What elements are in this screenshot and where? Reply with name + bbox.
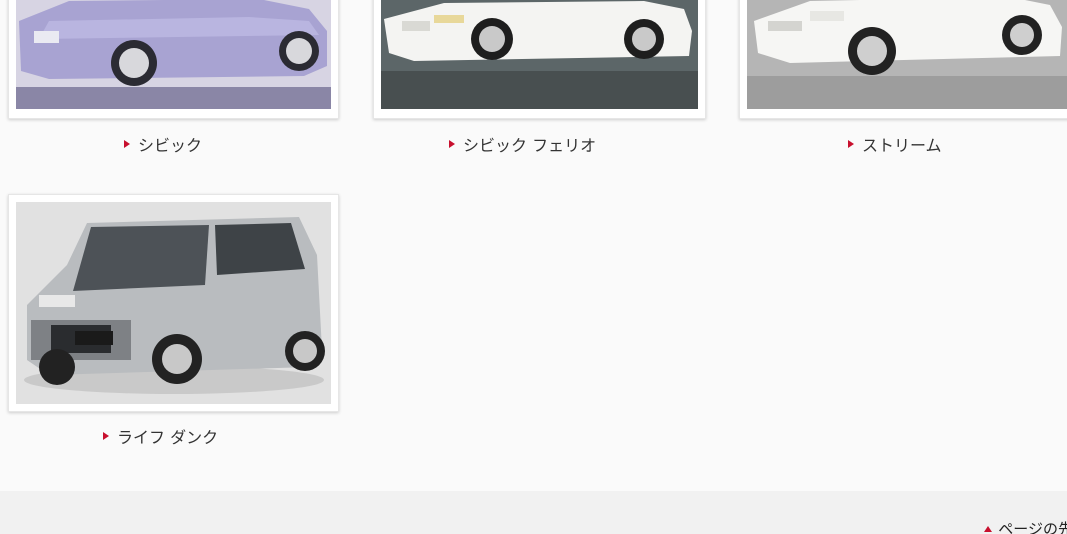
car-image-stream bbox=[747, 0, 1067, 109]
car-link-civic-ferio[interactable]: シビック フェリオ bbox=[449, 132, 596, 156]
footer-bar: ページの先 bbox=[0, 491, 1067, 534]
arrow-right-icon bbox=[124, 140, 130, 148]
car-link-civic[interactable]: シビック bbox=[124, 132, 202, 156]
page-top-link[interactable]: ページの先 bbox=[984, 518, 1067, 534]
arrow-right-icon bbox=[848, 140, 854, 148]
car-card-civic[interactable] bbox=[8, 0, 339, 119]
car-label: シビック フェリオ bbox=[463, 136, 597, 155]
car-label: ライフ ダンク bbox=[117, 428, 219, 447]
page-top-label: ページの先 bbox=[998, 520, 1067, 534]
car-card-life-dunk[interactable] bbox=[8, 194, 339, 412]
car-image-civic bbox=[16, 0, 331, 109]
car-link-life-dunk[interactable]: ライフ ダンク bbox=[103, 424, 218, 448]
car-image-life-dunk bbox=[16, 202, 331, 404]
car-label: シビック bbox=[138, 136, 203, 155]
car-label: ストリーム bbox=[862, 136, 942, 155]
arrow-right-icon bbox=[449, 140, 455, 148]
arrow-right-icon bbox=[103, 432, 109, 440]
car-card-stream[interactable] bbox=[739, 0, 1067, 119]
car-link-stream[interactable]: ストリーム bbox=[848, 132, 942, 156]
car-image-civic-ferio bbox=[381, 0, 698, 109]
arrow-up-icon bbox=[984, 525, 993, 532]
page: シビック シビック フェリオ ストリーム ライフ ダンク ページの先 bbox=[0, 0, 1067, 534]
car-card-civic-ferio[interactable] bbox=[373, 0, 706, 119]
